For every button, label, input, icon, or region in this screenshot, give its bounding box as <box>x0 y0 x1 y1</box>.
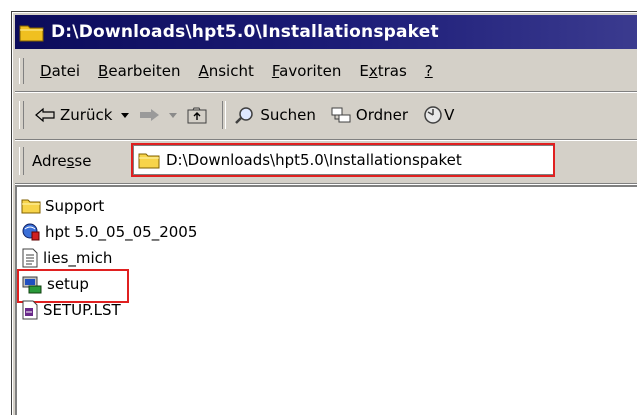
forward-button[interactable] <box>138 99 180 131</box>
menu-item-0[interactable]: Datei <box>40 62 80 80</box>
list-item[interactable]: SETUP.LST <box>21 297 121 323</box>
toolbar-grip[interactable] <box>19 101 24 129</box>
file-list: Support hpt 5.0_05_05_2005 lies_mich set… <box>15 185 637 415</box>
history-icon <box>424 106 442 124</box>
address-value: D:\Downloads\hpt5.0\Installationspaket <box>166 151 462 169</box>
menu-bar: Datei Bearbeiten Ansicht Favoriten Extras? <box>15 53 637 89</box>
folders-tree-icon <box>331 107 351 123</box>
file-name: lies_mich <box>43 249 113 267</box>
chevron-down-icon[interactable] <box>166 110 180 120</box>
chevron-down-icon[interactable] <box>118 110 132 120</box>
menu-item-2[interactable]: Ansicht <box>198 62 253 80</box>
folder-icon <box>138 153 160 169</box>
folder-icon <box>19 21 45 43</box>
up-folder-icon <box>187 107 207 124</box>
list-item[interactable]: hpt 5.0_05_05_2005 <box>21 219 197 245</box>
address-label: Adresse <box>32 152 92 170</box>
search-button[interactable]: Suchen <box>234 99 316 131</box>
file-name: hpt 5.0_05_05_2005 <box>45 223 198 241</box>
history-label-partial: V <box>444 106 455 124</box>
search-label: Suchen <box>260 106 316 124</box>
toolbar-separator <box>222 101 227 129</box>
menubar-grip[interactable] <box>19 58 24 84</box>
folders-button[interactable]: Ordner <box>330 99 408 131</box>
explorer-window: D:\Downloads\hpt5.0\Installationspaket D… <box>11 11 637 415</box>
folders-label: Ordner <box>355 106 409 124</box>
setup-icon <box>22 276 42 294</box>
search-icon <box>235 107 254 124</box>
address-input[interactable]: D:\Downloads\hpt5.0\Installationspaket <box>133 145 555 175</box>
back-label: Zurück <box>60 106 113 124</box>
list-item[interactable]: setup <box>21 271 89 297</box>
menu-item-5[interactable]: ? <box>425 62 433 80</box>
back-arrow-icon <box>35 107 55 123</box>
menu-item-3[interactable]: Favoriten <box>272 62 341 80</box>
up-folder-button[interactable] <box>186 99 208 131</box>
file-name: SETUP.LST <box>43 301 121 319</box>
window-title: D:\Downloads\hpt5.0\Installationspaket <box>51 22 439 42</box>
list-item[interactable]: Support <box>21 193 104 219</box>
history-button[interactable]: V <box>422 99 454 131</box>
standard-toolbar: Zurück Suchen Ordner V <box>15 93 637 137</box>
list-item[interactable]: lies_mich <box>21 245 112 271</box>
folder-icon <box>21 199 41 214</box>
file-name: Support <box>45 197 105 215</box>
back-button[interactable]: Zurück <box>34 99 132 131</box>
file-name: setup <box>47 275 89 293</box>
text-file-icon <box>22 248 38 268</box>
title-bar[interactable]: D:\Downloads\hpt5.0\Installationspaket <box>15 15 637 49</box>
addressbar-grip[interactable] <box>19 147 24 175</box>
menu-item-4[interactable]: Extras <box>359 62 406 80</box>
address-bar: Adresse D:\Downloads\hpt5.0\Installation… <box>15 141 637 181</box>
app-icon <box>22 223 40 241</box>
menu-item-1[interactable]: Bearbeiten <box>98 62 180 80</box>
lst-file-icon <box>22 300 38 320</box>
forward-arrow-icon <box>140 109 160 121</box>
